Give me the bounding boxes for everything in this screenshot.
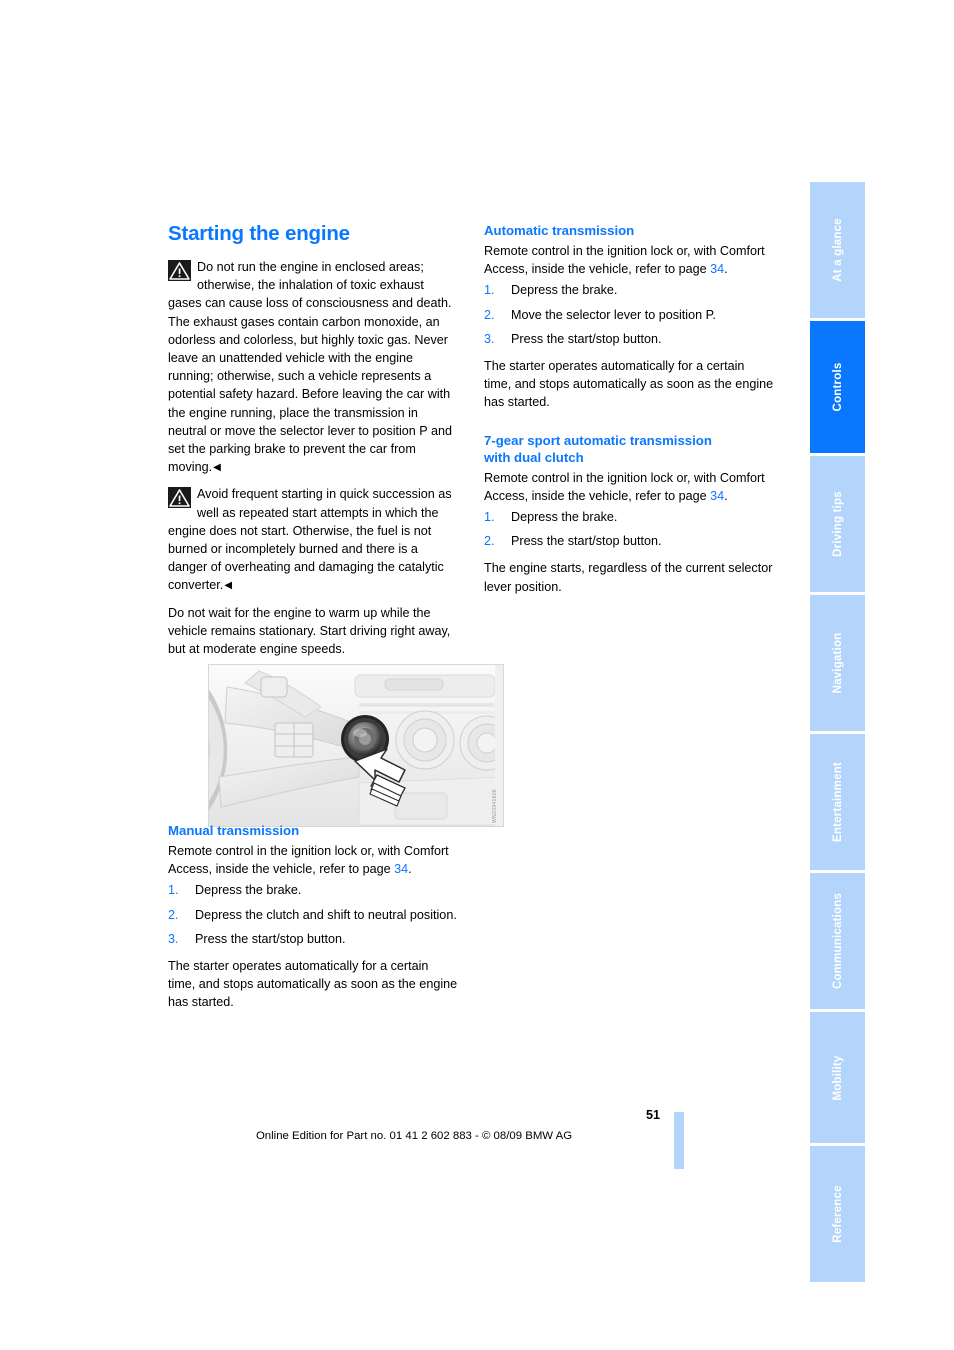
section-tab-rail: At a glance Controls Driving tips Navigatio…	[810, 182, 865, 1282]
manual-transmission-section: Manual transmission Remote control in th…	[168, 822, 459, 1021]
section-tab-label: Navigation	[831, 632, 844, 694]
procedure-step: 3. Press the start/stop button.	[484, 330, 775, 348]
page-reference-link[interactable]: 34	[710, 262, 724, 276]
automatic-transmission-section: Automatic transmission Remote control in…	[484, 222, 775, 412]
step-text: Press the start/stop button.	[511, 331, 662, 346]
step-number: 2.	[484, 534, 495, 549]
step-text: Depress the brake.	[511, 510, 618, 525]
section-tab-label: Communications	[831, 892, 844, 990]
section-tab-driving-tips[interactable]: Driving tips	[810, 456, 865, 592]
page-title: Starting the engine	[168, 222, 350, 245]
step-text: Depress the brake.	[195, 883, 302, 898]
manual-transmission-intro: Remote control in the ignition lock or, …	[168, 844, 449, 877]
warning-block-2: Avoid frequent starting in quick success…	[168, 485, 459, 594]
warning-text-2: Avoid frequent starting in quick success…	[168, 487, 452, 593]
step-text: Depress the clutch and shift to neutral …	[195, 907, 457, 922]
warning-triangle-icon	[168, 487, 191, 509]
procedure-step: 2. Press the start/stop button.	[484, 532, 775, 550]
section-tab-controls[interactable]: Controls	[810, 321, 865, 453]
section-tab-label: Driving tips	[831, 491, 844, 557]
end-of-note-marker: ◀	[213, 462, 221, 474]
procedure-step: 1. Depress the brake.	[484, 508, 775, 526]
warm-up-note: Do not wait for the engine to warm up wh…	[168, 605, 451, 657]
section-tab-label: At a glance	[831, 218, 844, 282]
step-number: 3.	[168, 931, 179, 946]
page-reference-link[interactable]: 34	[394, 862, 408, 876]
step-number: 2.	[168, 907, 179, 922]
section-tab-label: Entertainment	[831, 762, 844, 842]
page-reference-link[interactable]: 34	[710, 489, 724, 503]
dual-clutch-outro: The engine starts, regardless of the cur…	[484, 561, 773, 594]
warning-block-1: Do not run the engine in enclosed areas;…	[168, 258, 459, 476]
step-text: Press the start/stop button.	[195, 931, 346, 946]
step-text: Press the start/stop button.	[511, 534, 662, 549]
section-tab-label: Reference	[831, 1185, 844, 1243]
figure-reference-code: WNZ0941808	[492, 789, 498, 823]
procedure-step: 1. Depress the brake.	[168, 881, 459, 899]
page-edge-marker	[674, 1112, 684, 1169]
start-stop-button-illustration: WNZ0941808	[208, 664, 504, 827]
page-number: 51	[645, 1108, 660, 1122]
step-number: 3.	[484, 331, 495, 346]
step-text: Move the selector lever to position P.	[511, 307, 716, 322]
step-number: 2.	[484, 307, 495, 322]
procedure-step: 1. Depress the brake.	[484, 281, 775, 299]
section-tab-mobility[interactable]: Mobility	[810, 1012, 865, 1143]
automatic-transmission-intro: Remote control in the ignition lock or, …	[484, 244, 765, 277]
warning-triangle-icon	[168, 260, 191, 281]
step-number: 1.	[168, 883, 179, 898]
section-tab-label: Mobility	[831, 1054, 844, 1101]
step-number: 1.	[484, 283, 495, 298]
left-column: Starting the engine Do not run the engin…	[168, 222, 459, 667]
procedure-step: 3. Press the start/stop button.	[168, 930, 459, 948]
procedure-step: 2. Depress the clutch and shift to neutra…	[168, 906, 459, 924]
manual-transmission-outro: The starter operates automatically for a…	[168, 959, 458, 1010]
section-tab-label: Controls	[831, 362, 844, 412]
right-column: Automatic transmission Remote control in…	[484, 222, 775, 605]
procedure-step: 2. Move the selector lever to position P.	[484, 306, 775, 324]
manual-transmission-steps: 1. Depress the brake. 2. Depress the clutch…	[168, 881, 459, 948]
dual-clutch-steps: 1. Depress the brake. 2. Press the start/st…	[484, 508, 775, 550]
section-tab-at-a-glance[interactable]: At a glance	[810, 182, 865, 318]
automatic-transmission-steps: 1. Depress the brake. 2. Move the selector …	[484, 281, 775, 348]
warning-text-1: Do not run the engine in enclosed areas;…	[168, 260, 452, 475]
section-tab-entertainment[interactable]: Entertainment	[810, 734, 865, 870]
section-tab-communications[interactable]: Communications	[810, 873, 865, 1009]
dual-clutch-heading: 7-gear sport automatic transmission with …	[484, 432, 712, 465]
manual-page: At a glance Controls Driving tips Navigatio…	[0, 0, 954, 1350]
step-text: Depress the brake.	[511, 283, 618, 298]
dual-clutch-intro: Remote control in the ignition lock or, …	[484, 470, 765, 503]
end-of-note-marker: ◀	[224, 580, 233, 592]
manual-transmission-heading: Manual transmission	[168, 823, 300, 838]
section-tab-navigation[interactable]: Navigation	[810, 595, 865, 731]
dual-clutch-section: 7-gear sport automatic transmission with …	[484, 432, 775, 596]
automatic-transmission-heading: Automatic transmission	[484, 223, 635, 238]
step-number: 1.	[484, 510, 495, 525]
section-tab-reference[interactable]: Reference	[810, 1146, 865, 1282]
footer-edition-note: Online Edition for Part no. 01 41 2 602 …	[255, 1130, 573, 1142]
automatic-transmission-outro: The starter operates automatically for a…	[484, 359, 774, 410]
